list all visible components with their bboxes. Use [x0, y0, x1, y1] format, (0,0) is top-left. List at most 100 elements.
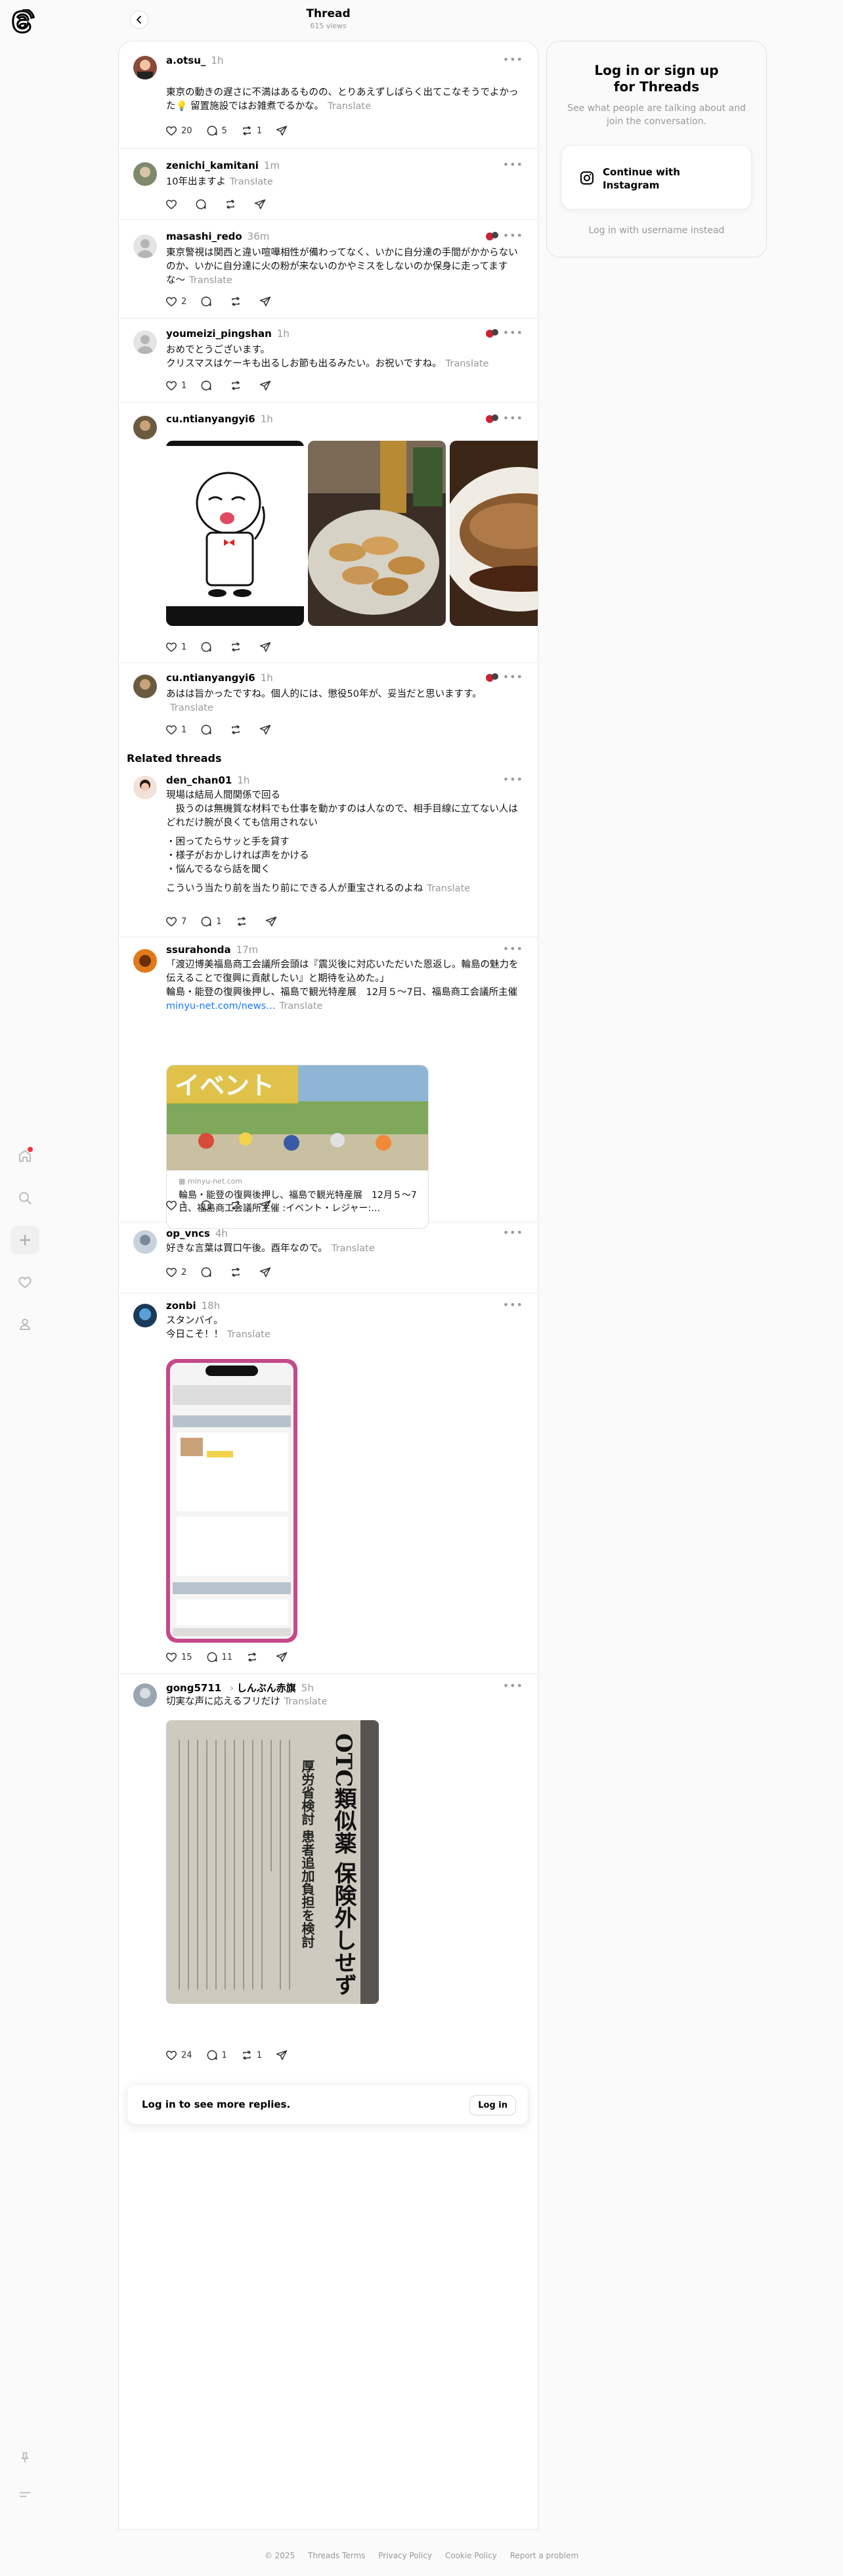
- share-button[interactable]: [275, 1651, 292, 1664]
- more-options-button[interactable]: •••: [503, 158, 523, 171]
- username[interactable]: cu.ntianyangyi6: [166, 413, 255, 425]
- more-options-button[interactable]: •••: [503, 326, 523, 339]
- pin-button[interactable]: [11, 2443, 39, 2472]
- post-link[interactable]: minyu-net.com/news…: [166, 1001, 276, 1011]
- reply-button[interactable]: 11: [205, 1651, 232, 1664]
- share-button[interactable]: [275, 2049, 292, 2062]
- repost-button[interactable]: [235, 915, 251, 928]
- more-options-button[interactable]: •••: [503, 773, 523, 786]
- cookie-link[interactable]: Cookie Policy: [445, 2551, 497, 2560]
- repost-button[interactable]: [229, 640, 246, 654]
- avatar[interactable]: [133, 776, 157, 799]
- avatar[interactable]: [133, 675, 157, 698]
- newspaper-image[interactable]: OTC類似薬 保険外しせず 厚労省検討 患者追加負担を検討: [166, 1720, 379, 2004]
- repost-button[interactable]: [229, 1199, 246, 1212]
- translate-link[interactable]: Translate: [332, 1243, 375, 1254]
- translate-link[interactable]: Translate: [446, 359, 489, 369]
- username[interactable]: a.otsu_: [166, 55, 205, 66]
- share-button[interactable]: [259, 723, 275, 736]
- reply-button[interactable]: [194, 198, 211, 211]
- reply-button[interactable]: [200, 1199, 216, 1212]
- repost-button[interactable]: 1: [240, 124, 262, 137]
- threads-logo-icon[interactable]: [12, 8, 37, 34]
- avatar[interactable]: [133, 1230, 157, 1254]
- translate-link[interactable]: Translate: [328, 101, 371, 112]
- username[interactable]: gong5711: [166, 1682, 221, 1694]
- translate-link[interactable]: Translate: [427, 883, 470, 894]
- terms-link[interactable]: Threads Terms: [308, 2551, 365, 2560]
- username[interactable]: youmeizi_pingshan: [166, 328, 272, 340]
- reply-button[interactable]: [200, 723, 216, 736]
- food-image[interactable]: [308, 441, 446, 626]
- share-button[interactable]: [259, 1266, 275, 1279]
- reply-button[interactable]: 5: [205, 124, 227, 137]
- username[interactable]: zonbi: [166, 1300, 196, 1312]
- create-button[interactable]: [11, 1226, 39, 1255]
- translate-link[interactable]: Translate: [284, 1697, 328, 1707]
- like-button[interactable]: [165, 198, 181, 211]
- continue-with-instagram-button[interactable]: Continue with Instagram: [561, 145, 752, 210]
- like-button[interactable]: 1: [165, 1199, 186, 1212]
- more-options-button[interactable]: •••: [503, 943, 523, 955]
- avatar[interactable]: [133, 56, 157, 79]
- reply-button[interactable]: 1: [205, 2049, 227, 2062]
- share-button[interactable]: [259, 295, 275, 308]
- share-button[interactable]: [259, 640, 275, 654]
- share-button[interactable]: [259, 1199, 275, 1212]
- like-button[interactable]: 2: [165, 295, 186, 308]
- translate-link[interactable]: Translate: [227, 1329, 270, 1340]
- reply-button[interactable]: 1: [200, 915, 222, 928]
- phone-screenshot-image[interactable]: [166, 1359, 297, 1643]
- share-button[interactable]: [253, 198, 270, 211]
- share-button[interactable]: [259, 379, 275, 392]
- avatar[interactable]: [133, 416, 157, 439]
- more-options-button[interactable]: •••: [503, 1679, 523, 1692]
- username[interactable]: masashi_redo: [166, 231, 242, 242]
- repost-button[interactable]: [229, 1266, 246, 1279]
- translate-link[interactable]: Translate: [189, 275, 232, 286]
- translate-link[interactable]: Translate: [280, 1001, 323, 1011]
- like-button[interactable]: 2: [165, 1266, 186, 1279]
- cartoon-image[interactable]: [166, 441, 304, 626]
- reply-button[interactable]: [200, 379, 216, 392]
- more-options-button[interactable]: •••: [503, 671, 523, 683]
- avatar[interactable]: [133, 949, 157, 973]
- avatar[interactable]: [133, 1304, 157, 1327]
- more-options-button[interactable]: •••: [503, 53, 523, 66]
- more-options-button[interactable]: •••: [503, 1299, 523, 1311]
- privacy-link[interactable]: Privacy Policy: [378, 2551, 432, 2560]
- username[interactable]: den_chan01: [166, 774, 232, 786]
- avatar[interactable]: [133, 162, 157, 186]
- translate-link[interactable]: Translate: [230, 177, 273, 187]
- username[interactable]: op_vncs: [166, 1228, 210, 1239]
- username[interactable]: zenichi_kamitani: [166, 160, 259, 171]
- repost-button[interactable]: [224, 198, 240, 211]
- image-carousel[interactable]: [166, 441, 538, 626]
- repost-button[interactable]: [229, 723, 246, 736]
- more-options-button[interactable]: •••: [503, 1226, 523, 1239]
- username-login-link[interactable]: Log in with username instead: [547, 225, 766, 236]
- report-link[interactable]: Report a problem: [510, 2551, 578, 2560]
- like-button[interactable]: 1: [165, 640, 186, 654]
- translate-link[interactable]: Translate: [170, 703, 213, 713]
- avatar[interactable]: [133, 330, 157, 354]
- activity-button[interactable]: [11, 1268, 39, 1297]
- avatar[interactable]: [133, 234, 157, 258]
- menu-button[interactable]: [11, 2480, 39, 2509]
- search-button[interactable]: [11, 1184, 39, 1212]
- reply-button[interactable]: [200, 1266, 216, 1279]
- fish-image[interactable]: [450, 441, 538, 626]
- like-button[interactable]: 1: [165, 723, 186, 736]
- repost-button[interactable]: 1: [240, 2049, 262, 2062]
- like-button[interactable]: 24: [165, 2049, 192, 2062]
- reply-button[interactable]: [200, 640, 216, 654]
- repost-button[interactable]: [229, 295, 246, 308]
- username[interactable]: ssurahonda: [166, 944, 231, 956]
- share-button[interactable]: [275, 124, 292, 137]
- username[interactable]: cu.ntianyangyi6: [166, 672, 255, 684]
- more-options-button[interactable]: •••: [503, 412, 523, 424]
- like-button[interactable]: 7: [165, 915, 186, 928]
- share-button[interactable]: [265, 915, 281, 928]
- secondary-username[interactable]: しんぶん赤旗: [237, 1682, 296, 1694]
- repost-button[interactable]: [229, 379, 246, 392]
